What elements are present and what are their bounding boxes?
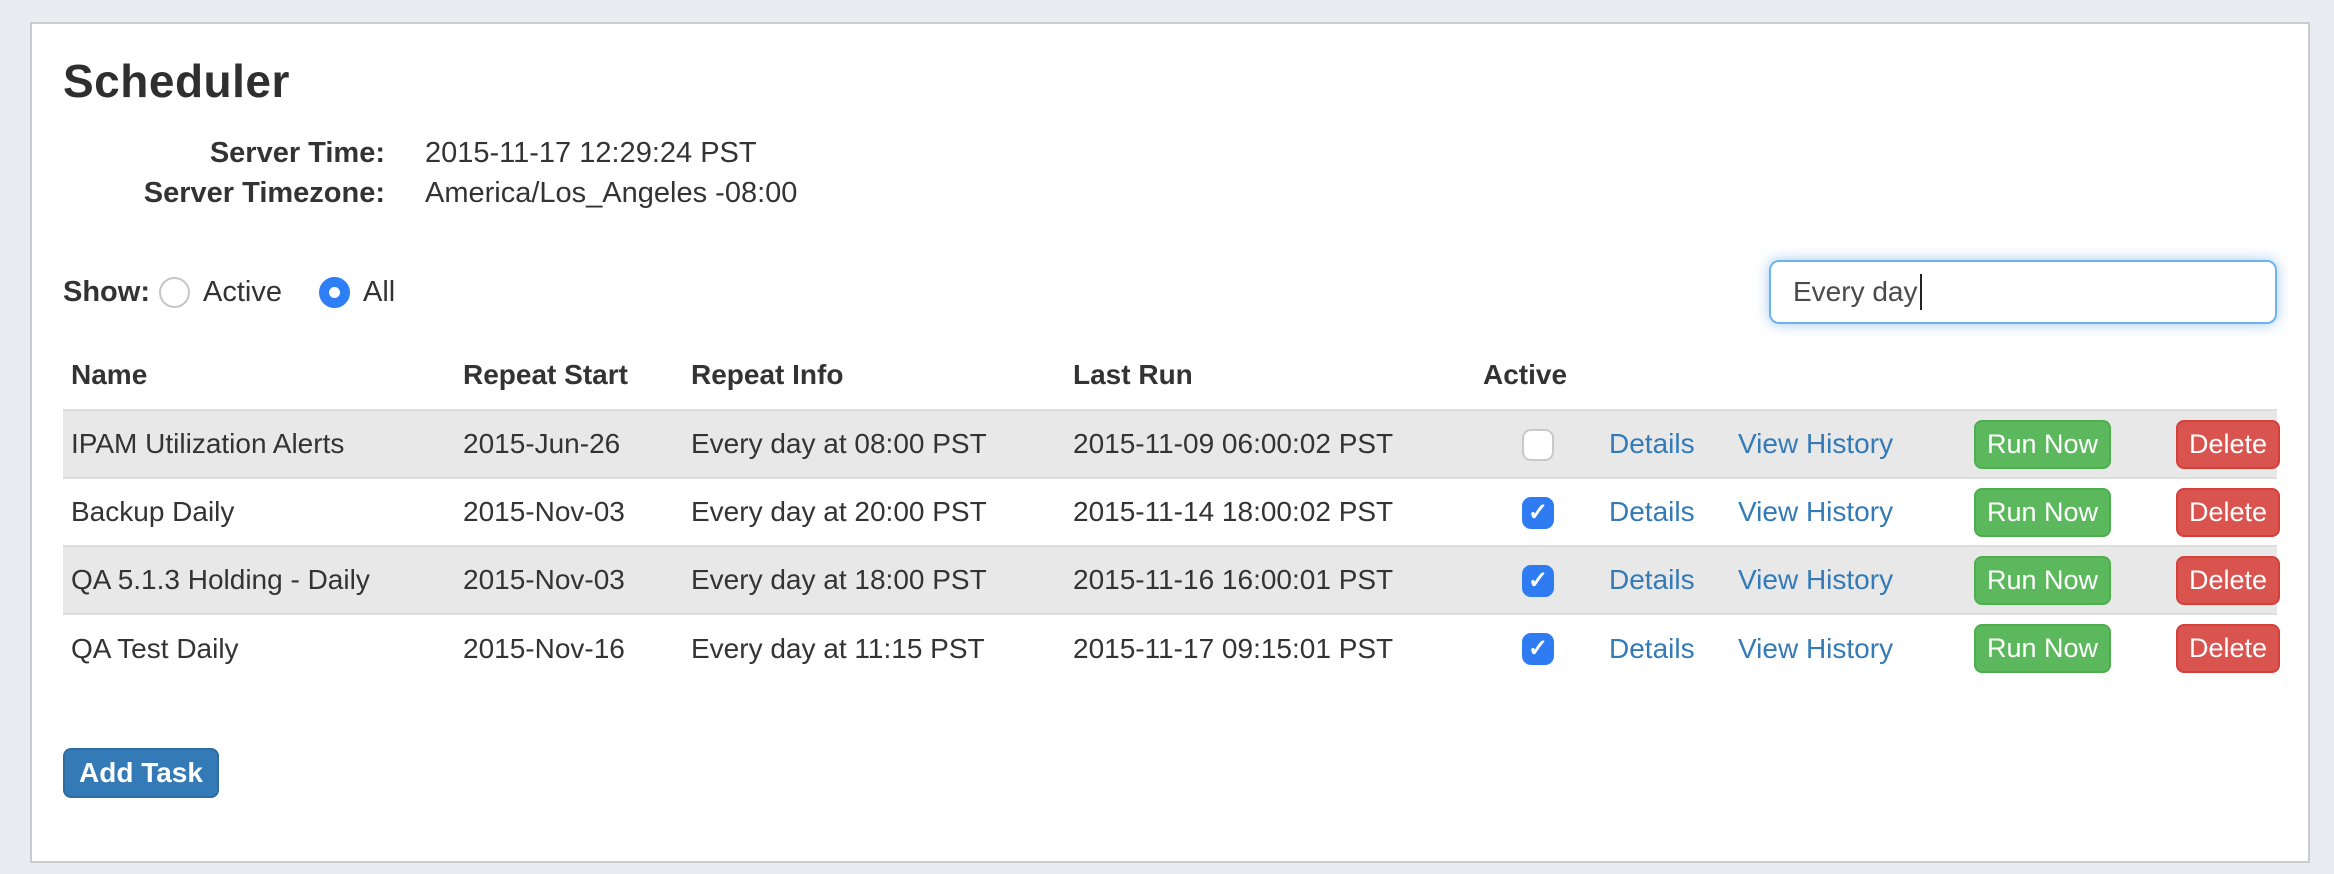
header-repeat-info: Repeat Info [683,345,1065,410]
run-now-cell: Run Now [1966,546,2168,614]
header-delete-spacer [2168,345,2277,410]
active-checkbox[interactable]: ✓ [1522,633,1554,665]
repeat-start-cell: 2015-Jun-26 [455,410,683,478]
repeat-info-cell: Every day at 11:15 PST [683,614,1065,682]
delete-button[interactable]: Delete [2176,556,2280,605]
last-run-cell: 2015-11-14 18:00:02 PST [1065,478,1475,546]
active-cell: ✓ [1475,478,1601,546]
delete-button[interactable]: Delete [2176,624,2280,673]
search-input-value: Every day [1793,276,1918,308]
filter-bar: Show: Active All Every day [63,259,2277,325]
active-cell: ✓ [1475,546,1601,614]
active-checkbox[interactable]: ✓ [1522,497,1554,529]
server-timezone-value: America/Los_Angeles -08:00 [425,173,797,213]
show-filter-option: Active [150,276,282,309]
scheduler-table: Name Repeat Start Repeat Info Last Run A… [63,345,2277,682]
header-run-now-spacer [1966,345,2168,410]
run-now-button[interactable]: Run Now [1974,488,2111,537]
active-cell [1475,410,1601,478]
radio-label-active[interactable]: Active [203,276,282,309]
server-time-value: 2015-11-17 12:29:24 PST [425,133,757,173]
view-history-cell: View History [1730,478,1966,546]
search-input[interactable]: Every day [1769,260,2277,324]
delete-button[interactable]: Delete [2176,420,2280,469]
repeat-start-cell: 2015-Nov-03 [455,546,683,614]
active-checkbox[interactable]: ✓ [1522,565,1554,597]
run-now-cell: Run Now [1966,614,2168,682]
table-row: IPAM Utilization Alerts 2015-Jun-26 Ever… [63,410,2277,478]
server-timezone-label: Server Timezone: [63,173,385,213]
radio-button-active[interactable] [159,277,190,308]
repeat-info-cell: Every day at 08:00 PST [683,410,1065,478]
delete-button[interactable]: Delete [2176,488,2280,537]
table-row: QA 5.1.3 Holding - Daily 2015-Nov-03 Eve… [63,546,2277,614]
last-run-cell: 2015-11-17 09:15:01 PST [1065,614,1475,682]
delete-cell: Delete [2168,478,2277,546]
details-link[interactable]: Details [1609,496,1695,527]
run-now-button[interactable]: Run Now [1974,556,2111,605]
header-name: Name [63,345,455,410]
view-history-cell: View History [1730,410,1966,478]
details-link[interactable]: Details [1609,564,1695,595]
run-now-cell: Run Now [1966,478,2168,546]
view-history-cell: View History [1730,614,1966,682]
show-filter-option: All [310,276,395,309]
table-row: Backup Daily 2015-Nov-03 Every day at 20… [63,478,2277,546]
details-cell: Details [1601,478,1730,546]
server-time-label: Server Time: [63,133,385,173]
view-history-cell: View History [1730,546,1966,614]
details-cell: Details [1601,614,1730,682]
show-filter-radio-group: Active All [150,276,395,309]
task-name-cell: IPAM Utilization Alerts [63,410,455,478]
delete-cell: Delete [2168,546,2277,614]
show-filter-label: Show: [63,276,150,309]
repeat-info-cell: Every day at 20:00 PST [683,478,1065,546]
active-checkbox[interactable] [1522,429,1554,461]
table-row: QA Test Daily 2015-Nov-16 Every day at 1… [63,614,2277,682]
view-history-link[interactable]: View History [1738,633,1893,664]
last-run-cell: 2015-11-09 06:00:02 PST [1065,410,1475,478]
active-cell: ✓ [1475,614,1601,682]
details-link[interactable]: Details [1609,633,1695,664]
run-now-button[interactable]: Run Now [1974,420,2111,469]
repeat-info-cell: Every day at 18:00 PST [683,546,1065,614]
radio-label-all[interactable]: All [363,276,395,309]
header-view-history-spacer [1730,345,1966,410]
details-cell: Details [1601,546,1730,614]
view-history-link[interactable]: View History [1738,564,1893,595]
header-active: Active [1475,345,1601,410]
radio-button-all[interactable] [319,277,350,308]
page-title: Scheduler [63,55,2277,107]
run-now-button[interactable]: Run Now [1974,624,2111,673]
server-info: Server Time: 2015-11-17 12:29:24 PST Ser… [63,133,2277,213]
header-repeat-start: Repeat Start [455,345,683,410]
repeat-start-cell: 2015-Nov-16 [455,614,683,682]
task-name-cell: QA 5.1.3 Holding - Daily [63,546,455,614]
run-now-cell: Run Now [1966,410,2168,478]
table-header-row: Name Repeat Start Repeat Info Last Run A… [63,345,2277,410]
details-cell: Details [1601,410,1730,478]
delete-cell: Delete [2168,410,2277,478]
scheduler-panel: Scheduler Server Time: 2015-11-17 12:29:… [30,22,2310,863]
view-history-link[interactable]: View History [1738,428,1893,459]
view-history-link[interactable]: View History [1738,496,1893,527]
task-name-cell: Backup Daily [63,478,455,546]
text-cursor-icon [1920,274,1922,310]
header-details-spacer [1601,345,1730,410]
last-run-cell: 2015-11-16 16:00:01 PST [1065,546,1475,614]
add-task-button[interactable]: Add Task [63,748,219,798]
task-name-cell: QA Test Daily [63,614,455,682]
header-last-run: Last Run [1065,345,1475,410]
details-link[interactable]: Details [1609,428,1695,459]
repeat-start-cell: 2015-Nov-03 [455,478,683,546]
delete-cell: Delete [2168,614,2277,682]
